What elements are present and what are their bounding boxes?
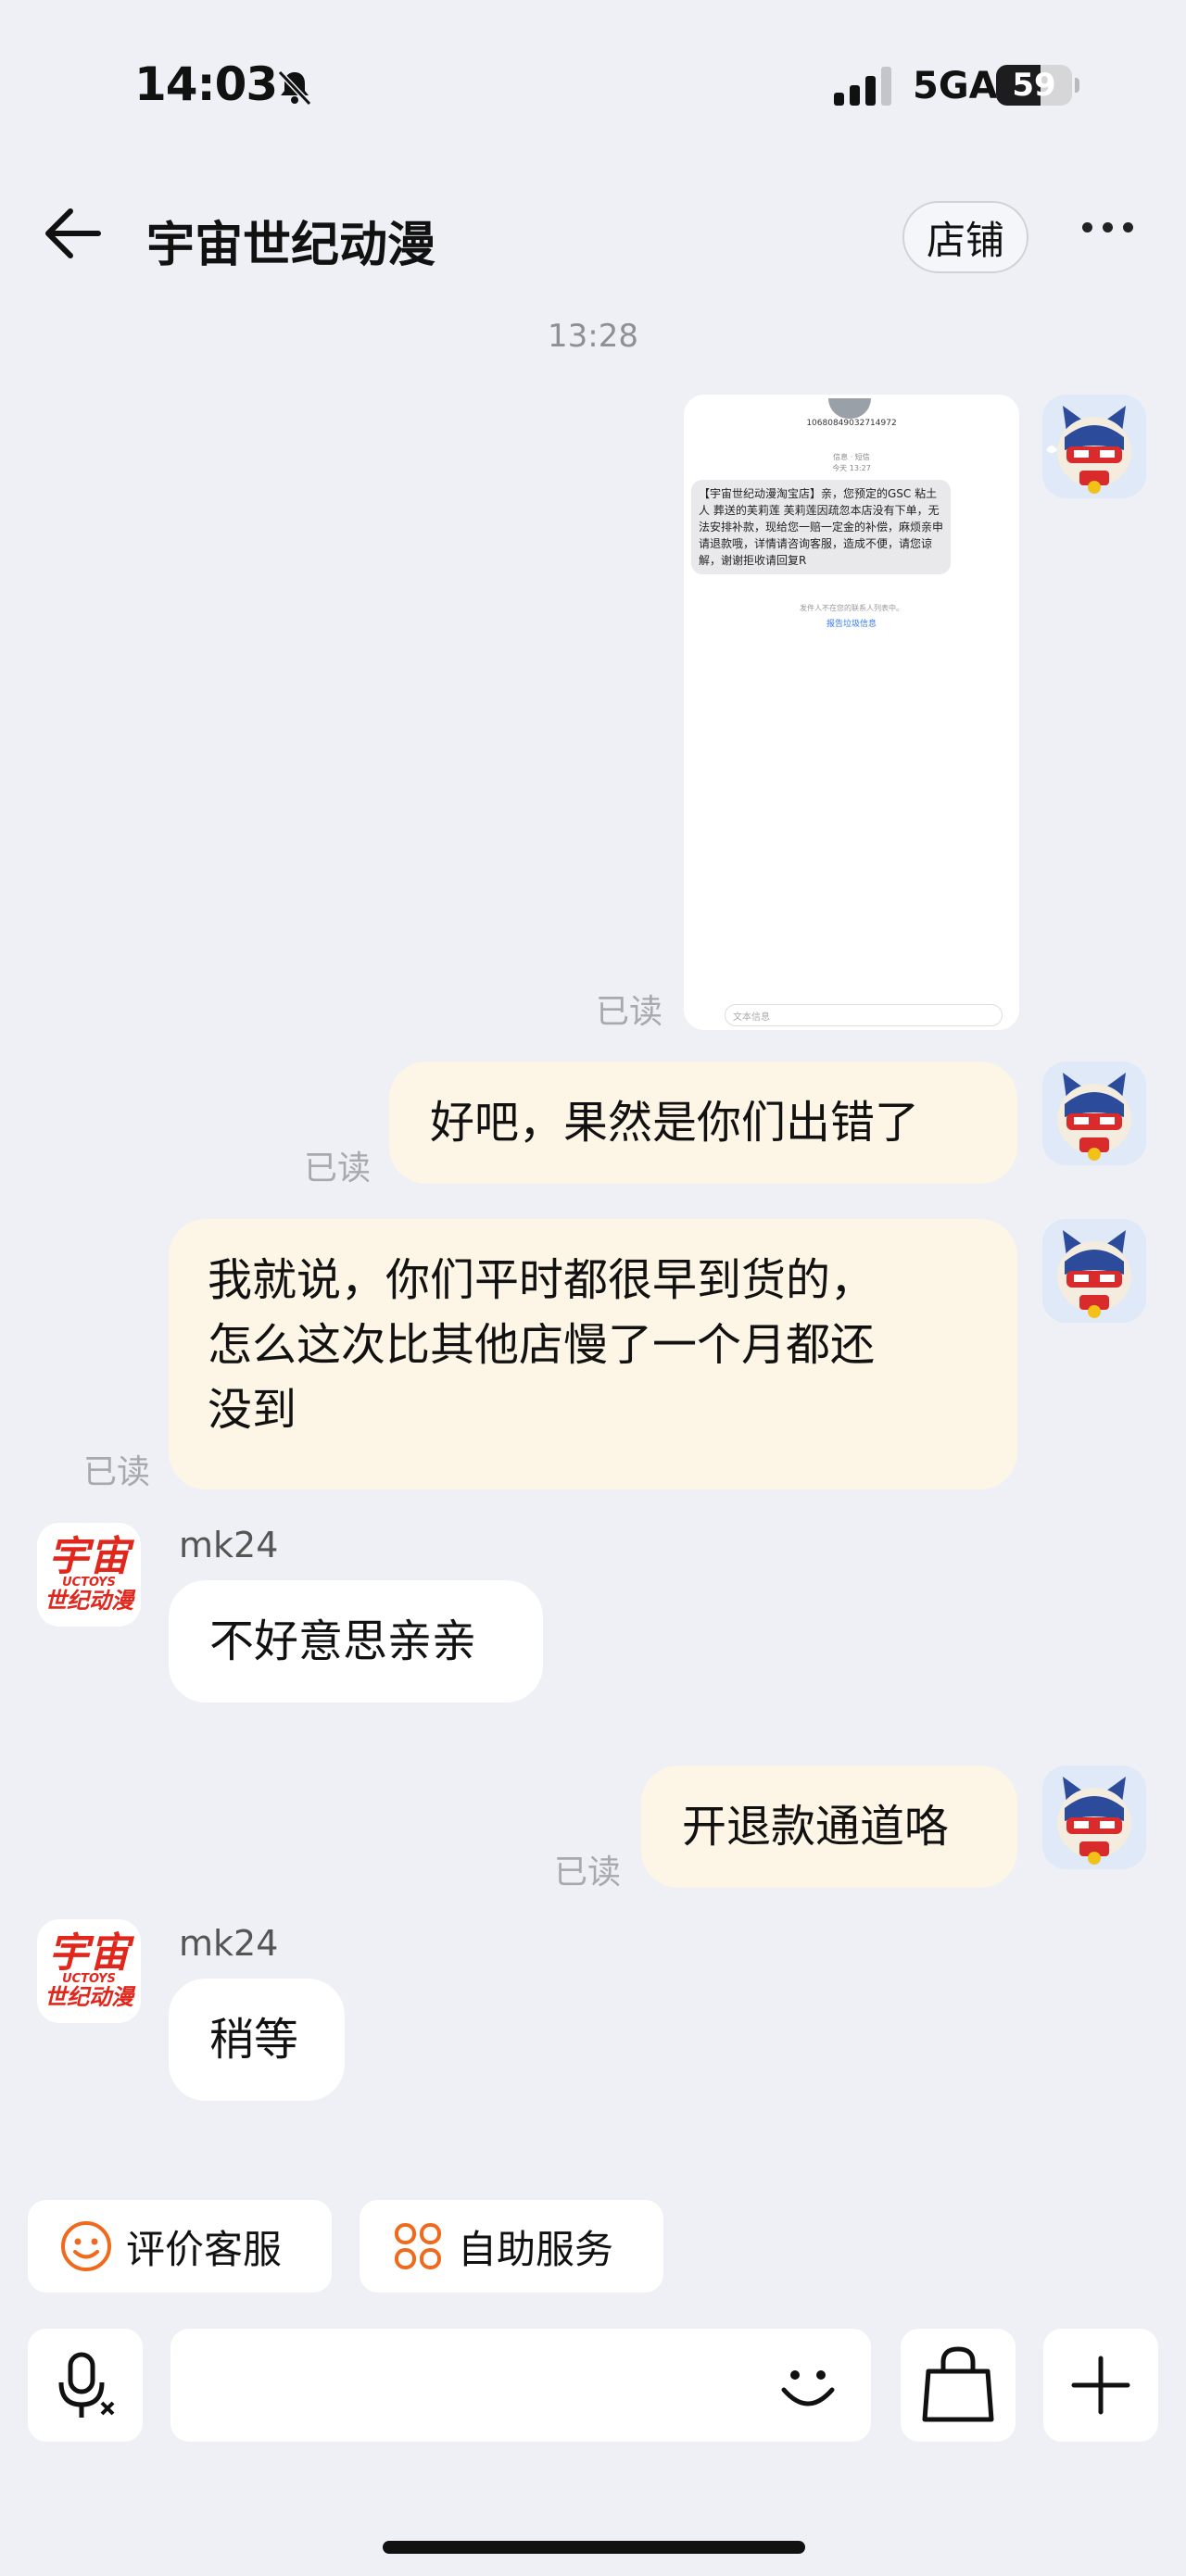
sms-unknown-sender-note: 发件人不在您的联系人列表中。: [800, 604, 903, 612]
battery-icon: 59: [996, 65, 1079, 106]
user-avatar[interactable]: [1042, 395, 1146, 498]
user-avatar-image: [1042, 1062, 1146, 1165]
outgoing-message[interactable]: 好吧，果然是你们出错了: [389, 1062, 1017, 1184]
status-time: 14:03: [134, 57, 278, 111]
message-timestamp: 13:28: [548, 318, 638, 355]
message-input[interactable]: [170, 2329, 871, 2442]
emoji-icon[interactable]: [773, 2351, 843, 2421]
microphone-icon: [58, 2352, 115, 2418]
read-status: 已读: [554, 1853, 622, 1891]
message-text: 好吧，果然是你们出错了: [430, 1097, 920, 1149]
more-options-button[interactable]: [1043, 2329, 1158, 2442]
smiley-icon: [61, 2221, 111, 2271]
mute-bell-icon: [277, 69, 312, 107]
grid-icon: [395, 2223, 441, 2269]
shop-logo-subtext: 世纪动漫: [44, 1588, 133, 1614]
message-text-line: 没到: [208, 1384, 297, 1436]
shop-logo-subtext: 世纪动漫: [44, 1984, 133, 2010]
sms-sender-avatar: [828, 398, 871, 419]
home-indicator: [383, 2541, 805, 2554]
message-text-line: 我就说，你们平时都很早到货的，: [208, 1254, 876, 1306]
message-text-line: 怎么这次比其他店慢了一个月都还: [208, 1319, 876, 1371]
sms-meta: 信息 · 短信 今天 13:27: [832, 453, 871, 472]
shopping-bag-icon: [922, 2346, 994, 2422]
shop-avatar[interactable]: 宇宙 UCTOYS 世纪动漫: [37, 1523, 141, 1627]
read-status: 已读: [596, 993, 663, 1031]
user-avatar[interactable]: [1042, 1766, 1146, 1869]
rate-service-label: 评价客服: [126, 2226, 283, 2272]
shop-avatar[interactable]: 宇宙 UCTOYS 世纪动漫: [37, 1919, 141, 2023]
shopping-bag-button[interactable]: [901, 2329, 1016, 2442]
user-avatar[interactable]: [1042, 1062, 1146, 1165]
more-icon[interactable]: [1082, 222, 1134, 235]
outgoing-message[interactable]: 我就说，你们平时都很早到货的， 怎么这次比其他店慢了一个月都还 没到: [169, 1219, 1017, 1489]
sender-name: mk24: [179, 1525, 279, 1565]
chat-title: 宇宙世纪动漫: [146, 218, 436, 273]
signal-icon: [834, 67, 891, 106]
voice-input-button[interactable]: [28, 2329, 143, 2442]
battery-percent: 59: [1012, 67, 1056, 104]
message-text: 不好意思亲亲: [209, 1615, 477, 1667]
shop-logo-text: 宇宙: [48, 1533, 130, 1580]
rate-service-button[interactable]: 评价客服: [28, 2200, 332, 2293]
user-avatar[interactable]: [1042, 1219, 1146, 1323]
sms-input-field: 文本信息: [725, 1004, 1003, 1026]
plus-icon: [1071, 2356, 1130, 2415]
incoming-message[interactable]: 不好意思亲亲: [169, 1580, 543, 1703]
outgoing-message[interactable]: 开退款通道咯: [641, 1766, 1017, 1888]
user-avatar-image: [1042, 1766, 1146, 1869]
read-status: 已读: [304, 1150, 372, 1187]
shop-button[interactable]: 店铺: [902, 201, 1028, 273]
sms-sender-number: 10680849032714972: [806, 419, 897, 428]
message-text: 开退款通道咯: [682, 1801, 950, 1853]
network-type: 5GA: [913, 65, 998, 107]
shop-logo-text: 宇宙: [48, 1929, 130, 1977]
self-service-label: 自助服务: [458, 2226, 614, 2272]
read-status: 已读: [83, 1453, 151, 1491]
sms-bubble: 【宇宙世纪动漫淘宝店】亲，您预定的GSC 粘土人 葬送的芙莉莲 芙莉莲因疏忽本店…: [691, 480, 951, 574]
back-arrow-icon[interactable]: [43, 206, 104, 261]
user-avatar-image: [1042, 395, 1146, 498]
image-message[interactable]: 10680849032714972 信息 · 短信 今天 13:27 【宇宙世纪…: [684, 395, 1019, 1030]
sms-report-link: 报告垃圾信息: [826, 620, 877, 629]
self-service-button[interactable]: 自助服务: [360, 2200, 663, 2293]
user-avatar-image: [1042, 1219, 1146, 1323]
message-text: 稍等: [209, 2014, 299, 2066]
sender-name: mk24: [179, 1923, 279, 1964]
incoming-message[interactable]: 稍等: [169, 1979, 345, 2101]
